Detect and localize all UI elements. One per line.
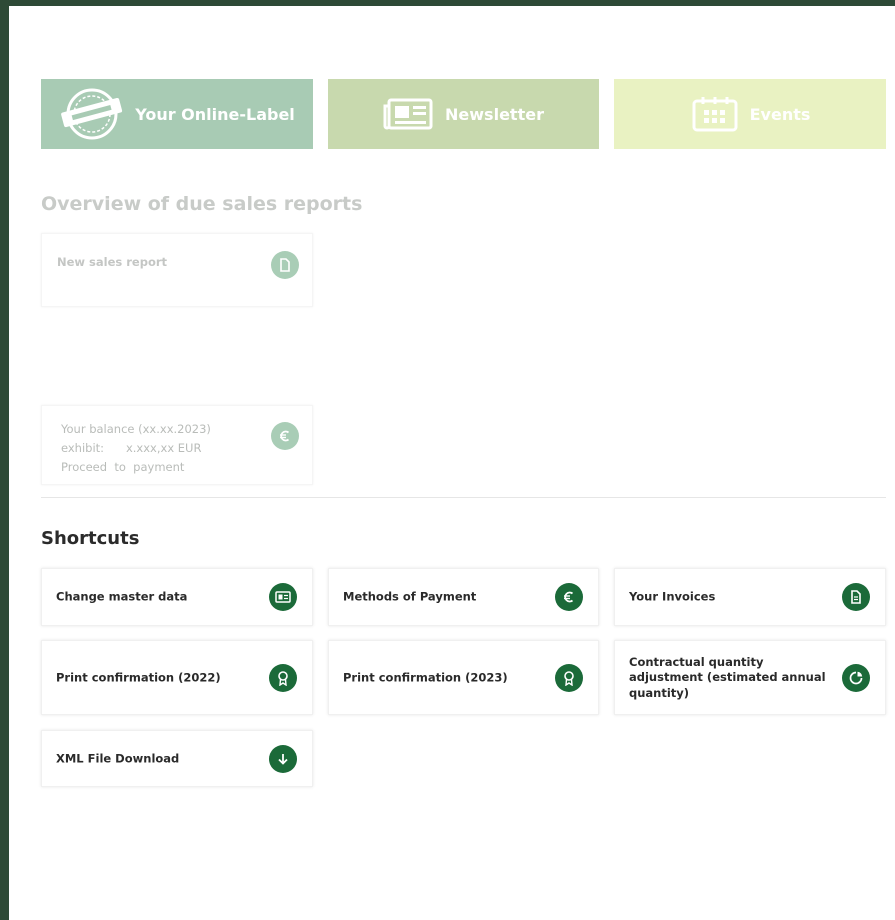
shortcut-print-confirmation-2022[interactable]: Print confirmation (2022) bbox=[41, 640, 313, 715]
calendar-icon bbox=[690, 95, 740, 133]
shortcut-label: Methods of Payment bbox=[343, 589, 477, 604]
shortcuts-title: Shortcuts bbox=[41, 528, 140, 549]
new-sales-report-label: New sales report bbox=[57, 255, 168, 269]
download-icon bbox=[269, 744, 297, 773]
overview-title: Overview of due sales reports bbox=[41, 193, 363, 215]
section-divider bbox=[41, 497, 886, 498]
shortcut-change-master-data[interactable]: Change master data bbox=[41, 568, 313, 626]
shortcut-label: Print confirmation (2023) bbox=[343, 669, 508, 684]
newsletter-text: Newsletter bbox=[445, 104, 544, 124]
shortcut-label: Contractual quantity adjustment (estimat… bbox=[629, 654, 826, 700]
shortcut-xml-file-download[interactable]: XML File Download bbox=[41, 730, 313, 787]
award-icon bbox=[555, 663, 583, 692]
shortcut-label: Your Invoices bbox=[629, 589, 716, 604]
euro-icon bbox=[271, 422, 299, 450]
document-icon bbox=[842, 583, 870, 611]
events-banner[interactable]: Events bbox=[614, 79, 886, 149]
events-text: Events bbox=[749, 104, 811, 124]
shortcut-label: Print confirmation (2022) bbox=[56, 669, 221, 684]
newspaper-icon bbox=[383, 96, 435, 132]
shortcut-methods-of-payment[interactable]: Methods of Payment bbox=[328, 568, 599, 626]
online-label-banner[interactable]: Your Online-Label bbox=[41, 79, 313, 149]
balance-amount-text: exhibit: x.xxx,xx EUR bbox=[61, 441, 202, 455]
euro-icon bbox=[555, 583, 583, 611]
document-icon bbox=[271, 251, 299, 279]
new-sales-report-card[interactable]: New sales report bbox=[41, 233, 313, 307]
shortcut-print-confirmation-2023[interactable]: Print confirmation (2023) bbox=[328, 640, 599, 715]
shortcut-label: XML File Download bbox=[56, 750, 180, 765]
shortcut-your-invoices[interactable]: Your Invoices bbox=[614, 568, 886, 626]
newsletter-banner[interactable]: Newsletter bbox=[328, 79, 599, 149]
proceed-to-payment-link[interactable]: Proceed to payment bbox=[61, 458, 211, 477]
shortcut-label: Change master data bbox=[56, 589, 188, 604]
pie-chart-icon bbox=[842, 663, 870, 692]
online-label-text: Your Online-Label bbox=[135, 104, 295, 124]
label-seal-icon bbox=[59, 86, 125, 142]
balance-date-text: Your balance (xx.xx.2023) bbox=[61, 422, 211, 436]
shortcut-contractual-quantity-adjustment[interactable]: Contractual quantity adjustment (estimat… bbox=[614, 640, 886, 715]
award-icon bbox=[269, 663, 297, 692]
id-card-icon bbox=[269, 583, 297, 611]
balance-card[interactable]: Your balance (xx.xx.2023) exhibit: x.xxx… bbox=[41, 405, 313, 485]
